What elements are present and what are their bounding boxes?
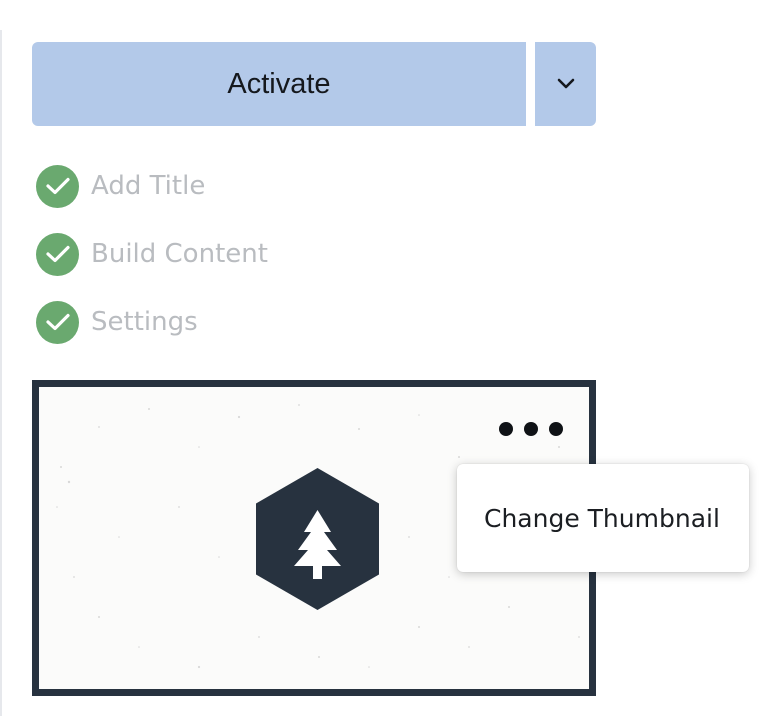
activate-button[interactable]: Activate	[32, 42, 526, 126]
checklist-item-label: Build Content	[91, 239, 268, 269]
activate-dropdown-button[interactable]	[535, 42, 596, 126]
check-circle-icon	[36, 164, 79, 208]
checklist-item-settings: Settings	[36, 300, 268, 344]
panel-divider	[0, 30, 2, 716]
check-circle-icon	[36, 300, 79, 344]
page: Activate Add Title Build Content Setting…	[0, 0, 768, 716]
change-thumbnail-menu-item[interactable]: Change Thumbnail	[457, 504, 720, 533]
more-horizontal-icon	[549, 422, 563, 436]
checklist-item-build-content: Build Content	[36, 232, 268, 276]
more-options-button[interactable]	[499, 417, 563, 441]
more-horizontal-icon	[499, 422, 513, 436]
activate-split-button: Activate	[32, 42, 596, 126]
more-horizontal-icon	[524, 422, 538, 436]
checklist-item-label: Add Title	[91, 171, 206, 201]
thumbnail-options-menu: Change Thumbnail	[457, 464, 749, 572]
setup-checklist: Add Title Build Content Settings	[36, 164, 268, 368]
check-circle-icon	[36, 232, 79, 276]
checklist-item-add-title: Add Title	[36, 164, 268, 208]
chevron-down-icon	[557, 78, 574, 89]
pine-tree-icon	[256, 468, 379, 610]
activate-button-label: Activate	[227, 67, 331, 100]
checklist-item-label: Settings	[91, 307, 198, 337]
